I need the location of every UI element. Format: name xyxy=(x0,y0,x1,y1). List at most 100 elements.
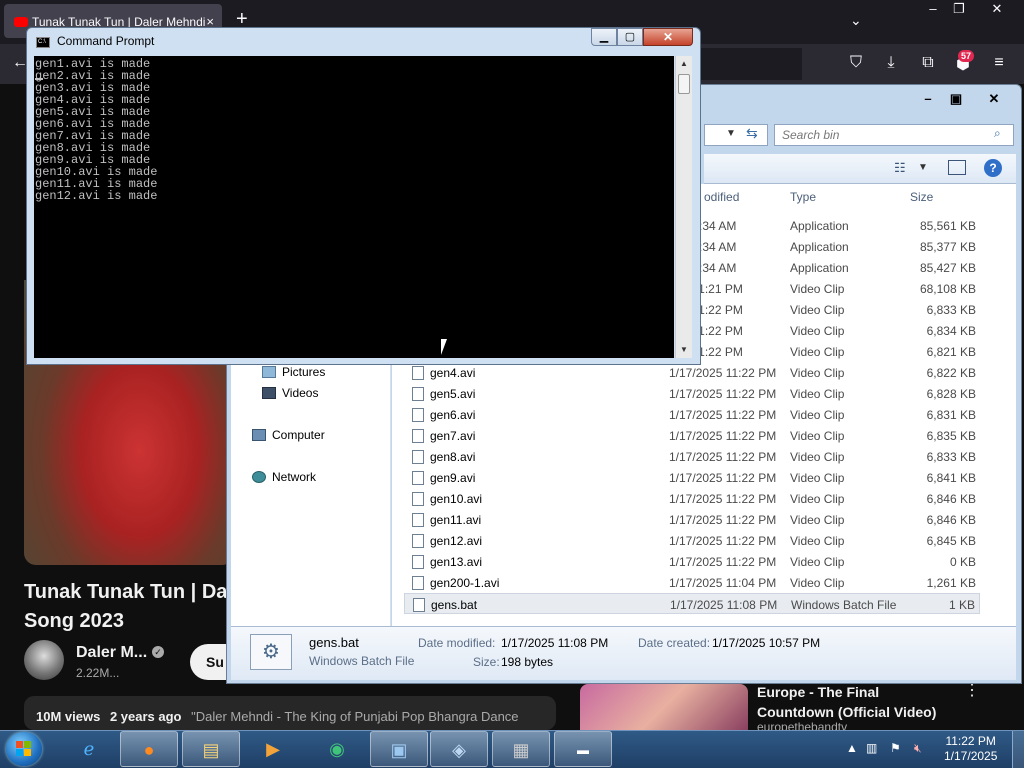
file-row[interactable]: gen10.avi 1/17/2025 11:22 PM Video Clip 6,8… xyxy=(404,488,980,509)
file-type: Windows Batch File xyxy=(791,598,897,612)
recommended-thumbnail[interactable] xyxy=(580,684,748,730)
cmd-close-button[interactable]: ✕ xyxy=(643,28,693,46)
network-tray-icon[interactable]: ▥ xyxy=(866,741,877,755)
file-row[interactable]: gen5.avi 1/17/2025 11:22 PM Video Clip 6,82… xyxy=(404,383,980,404)
description-box[interactable]: 10M views 2 years ago "Daler Mehndi - Th… xyxy=(24,696,556,730)
taskbar-explorer[interactable]: ▤ xyxy=(182,731,240,767)
file-size: 85,427 KB xyxy=(919,261,976,275)
file-row[interactable]: gen6.avi 1/17/2025 11:22 PM Video Clip 6,83… xyxy=(404,404,980,425)
url-bar[interactable] xyxy=(700,48,802,80)
view-options-icon[interactable]: ☷ xyxy=(894,160,906,176)
file-row[interactable]: gen8.avi 1/17/2025 11:22 PM Video Clip 6,83… xyxy=(404,446,980,467)
taskbar-command-prompt[interactable]: ▬ xyxy=(554,731,612,767)
cmd-scrollbar[interactable]: ▲ ▼ xyxy=(675,56,692,358)
action-center-icon[interactable]: ⚑ xyxy=(890,741,901,755)
file-name: gen7.avi xyxy=(430,429,476,443)
search-input[interactable]: Search bin xyxy=(774,124,1014,146)
file-row[interactable]: gen12.avi 1/17/2025 11:22 PM Video Clip 6,8… xyxy=(404,530,980,551)
recommended-title[interactable]: Europe - The Final Countdown (Official V… xyxy=(757,682,947,722)
file-icon xyxy=(412,576,424,590)
column-header-type[interactable]: Type xyxy=(790,190,816,204)
nav-label: Computer xyxy=(272,428,325,442)
column-header-date-modified[interactable]: odified xyxy=(704,190,739,204)
pocket-icon[interactable]: ⛉ xyxy=(845,54,867,72)
notification-badge: 57 xyxy=(958,50,975,62)
app-icon: ◈ xyxy=(452,740,466,760)
taskbar-movie-maker[interactable]: ▦ xyxy=(492,731,550,767)
file-row[interactable]: gen4.avi 1/17/2025 11:22 PM Video Clip 6,82… xyxy=(404,362,980,383)
file-size: 1 KB xyxy=(948,598,975,612)
cmd-maximize-button[interactable]: ▢ xyxy=(617,28,643,46)
file-row[interactable]: gen13.avi 1/17/2025 11:22 PM Video Clip 0 K… xyxy=(404,551,980,572)
nav-item-computer[interactable]: Computer xyxy=(252,428,325,442)
view-dropdown-icon[interactable]: ▼ xyxy=(918,162,928,173)
system-clock[interactable]: 11:22 PM 1/17/2025 xyxy=(944,734,997,764)
explorer-close-button[interactable]: ✕ xyxy=(979,91,1009,109)
download-icon[interactable]: ⤓ xyxy=(880,54,902,72)
file-name: gen4.avi xyxy=(430,366,476,380)
refresh-icon[interactable]: ⇆ xyxy=(746,125,758,142)
file-icon xyxy=(412,408,424,422)
file-row[interactable]: gen200-1.avi 1/17/2025 11:04 PM Video Clip… xyxy=(404,572,980,593)
details-file-name: gens.bat xyxy=(309,635,359,650)
volume-muted-icon[interactable]: 🔇︎ xyxy=(914,741,922,756)
cmd-minimize-button[interactable]: ▁ xyxy=(591,28,617,46)
taskbar-windows-media[interactable]: ◉ xyxy=(308,731,366,767)
scroll-down-icon[interactable]: ▼ xyxy=(676,342,692,358)
file-row[interactable]: gens.bat 1/17/2025 11:08 PM Windows Batch … xyxy=(404,593,980,614)
nav-item-videos[interactable]: Videos xyxy=(262,386,318,400)
nav-item-network[interactable]: Network xyxy=(252,470,316,484)
file-size: 6,831 KB xyxy=(926,408,976,422)
show-hidden-icons[interactable]: ▲ xyxy=(846,741,858,755)
taskbar-firefox[interactable]: ● xyxy=(120,731,178,767)
file-icon xyxy=(412,366,424,380)
file-name: gen11.avi xyxy=(430,513,482,527)
file-row[interactable]: gen9.avi 1/17/2025 11:22 PM Video Clip 6,84… xyxy=(404,467,980,488)
search-icon[interactable]: ⌕ xyxy=(994,126,1001,141)
taskbar-media-player[interactable]: ▶ xyxy=(244,731,302,767)
file-row[interactable]: gen7.avi 1/17/2025 11:22 PM Video Clip 6,83… xyxy=(404,425,980,446)
scroll-thumb[interactable] xyxy=(678,74,690,94)
file-type: Video Clip xyxy=(790,345,845,359)
help-icon[interactable]: ? xyxy=(984,159,1002,177)
subscribe-button[interactable]: Su xyxy=(190,644,230,680)
firefox-restore-button[interactable]: ❐ xyxy=(944,0,974,18)
file-type: Video Clip xyxy=(790,387,845,401)
address-dropdown-icon[interactable]: ▼ xyxy=(726,128,736,139)
firefox-close-button[interactable]: ✕ xyxy=(982,0,1012,18)
nav-label: Pictures xyxy=(282,365,326,379)
cmd-title: Command Prompt xyxy=(57,34,155,48)
file-icon xyxy=(412,450,424,464)
explorer-minimize-button[interactable]: – xyxy=(913,91,943,109)
film-icon: ▦ xyxy=(512,740,530,760)
taskbar-app[interactable]: ◈ xyxy=(430,731,488,767)
file-type: Video Clip xyxy=(790,471,845,485)
channel-name[interactable]: Daler M... xyxy=(76,644,147,662)
clock-date: 1/17/2025 xyxy=(944,749,998,763)
scroll-up-icon[interactable]: ▲ xyxy=(676,56,692,72)
video-title: Tunak Tunak Tun | Dal Song 2023 xyxy=(24,578,234,636)
file-size: 6,833 KB xyxy=(926,450,976,464)
list-all-tabs-button[interactable]: ⌄ xyxy=(850,12,862,29)
extensions-icon[interactable]: ⧉ xyxy=(917,54,939,72)
cmd-titlebar[interactable]: C:\ Command Prompt ▁ ▢ ✕ xyxy=(27,28,700,55)
column-header-size[interactable]: Size xyxy=(910,190,933,204)
preview-pane-icon[interactable] xyxy=(948,160,966,175)
show-desktop-button[interactable] xyxy=(1012,731,1024,768)
address-bar[interactable] xyxy=(704,124,768,146)
taskbar-control-panel[interactable]: ▣ xyxy=(370,731,428,767)
menu-icon[interactable]: ≡ xyxy=(988,54,1010,72)
explorer-toolbar xyxy=(704,154,1016,184)
channel-avatar[interactable] xyxy=(24,640,64,680)
file-name: gen200-1.avi xyxy=(430,576,500,590)
taskbar-internet-explorer[interactable]: ℯ xyxy=(60,731,118,767)
explorer-maximize-button[interactable]: ▣ xyxy=(941,91,971,109)
file-date-modified: 1/17/2025 11:08 PM xyxy=(670,598,778,612)
file-size: 0 KB xyxy=(949,555,976,569)
file-row[interactable]: gen11.avi 1/17/2025 11:22 PM Video Clip 6,8… xyxy=(404,509,980,530)
details-modified-value: 1/17/2025 11:08 PM xyxy=(501,636,609,650)
file-date-modified: 1/17/2025 11:22 PM xyxy=(669,366,777,380)
cmd-console-output[interactable]: gen1.avi is made gen2.avi is made gen3.avi… xyxy=(34,56,674,358)
nav-item-pictures[interactable]: Pictures xyxy=(262,365,325,379)
pictures-icon xyxy=(262,366,276,378)
